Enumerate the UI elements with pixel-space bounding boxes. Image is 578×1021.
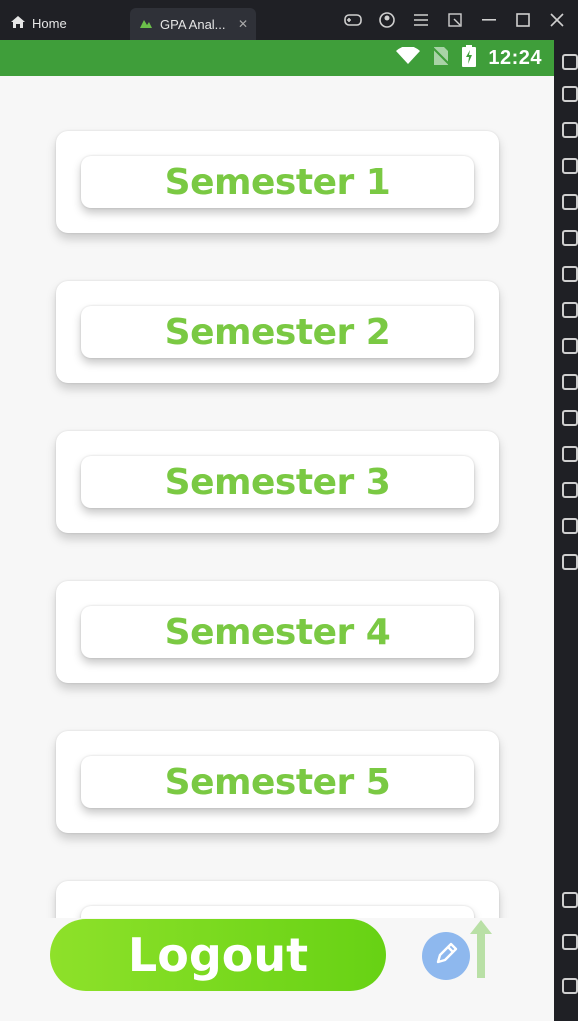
close-icon[interactable]: ✕ [238, 17, 248, 31]
tab-home[interactable]: Home [10, 9, 67, 37]
app-icon [138, 16, 154, 33]
location-icon[interactable] [562, 518, 578, 534]
emulator-window: Home GPA Anal... ✕ 12:24 Semester 1 Seme… [0, 0, 578, 1021]
screenshot-icon[interactable] [562, 338, 578, 354]
minimize-icon[interactable] [480, 11, 498, 29]
semester-card: Semester 1 [56, 131, 499, 233]
record-icon[interactable] [562, 230, 578, 246]
add-icon[interactable] [562, 266, 578, 282]
video-icon[interactable] [562, 374, 578, 390]
no-signal-icon [432, 46, 451, 71]
home-icon [10, 15, 26, 32]
semester-1-button[interactable]: Semester 1 [81, 156, 474, 208]
status-clock: 12:24 [488, 46, 542, 69]
tab-home-label: Home [32, 15, 67, 31]
semester-card: Semester 2 [56, 281, 499, 383]
semester-card: Semester 3 [56, 431, 499, 533]
tab-gpa-analyzer[interactable]: GPA Anal... ✕ [130, 8, 256, 40]
maximize-icon[interactable] [514, 11, 532, 29]
semester-list-screen: Semester 1 Semester 2 Semester 3 Semeste… [0, 76, 554, 1021]
logout-button[interactable]: Logout [50, 919, 386, 991]
apk-icon[interactable] [562, 302, 578, 318]
multi-instance-icon[interactable] [562, 446, 578, 462]
semester-4-button[interactable]: Semester 4 [81, 606, 474, 658]
semester-2-button[interactable]: Semester 2 [81, 306, 474, 358]
menu-icon[interactable] [412, 11, 430, 29]
semester-card: Semester 4 [56, 581, 499, 683]
window-close-icon[interactable] [548, 11, 566, 29]
tab-gpa-label: GPA Anal... [160, 16, 226, 32]
home-nav-icon[interactable] [562, 934, 578, 950]
recents-icon[interactable] [562, 978, 578, 994]
bottom-action-bar: Logout [0, 918, 554, 1021]
emulator-side-toolbar [554, 40, 578, 1021]
edit-button[interactable] [422, 932, 470, 980]
sync-icon[interactable] [562, 410, 578, 426]
window-controls [344, 0, 578, 40]
arrow-up-icon [466, 920, 496, 984]
account-icon[interactable] [378, 11, 396, 29]
volume-down-icon[interactable] [562, 158, 578, 174]
back-icon[interactable] [562, 892, 578, 908]
expand-icon[interactable] [446, 11, 464, 29]
volume-up-icon[interactable] [562, 122, 578, 138]
keyboard-icon[interactable] [562, 86, 578, 102]
semester-3-button[interactable]: Semester 3 [81, 456, 474, 508]
edit-icon [432, 940, 460, 973]
semester-card: Semester 5 [56, 731, 499, 833]
android-status-bar: 12:24 [0, 40, 554, 76]
battery-icon [462, 44, 477, 72]
gamepad-icon[interactable] [344, 11, 362, 29]
wifi-icon [396, 45, 421, 70]
semester-5-button[interactable]: Semester 5 [81, 756, 474, 808]
title-bar: Home GPA Anal... ✕ [0, 0, 578, 40]
screen-icon[interactable] [562, 194, 578, 210]
rotate-icon[interactable] [562, 554, 578, 570]
scroll-up-button[interactable] [466, 918, 496, 980]
settings-icon[interactable] [562, 54, 578, 70]
folder-icon[interactable] [562, 482, 578, 498]
